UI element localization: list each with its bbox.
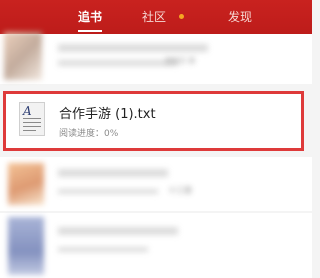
book-title: 合作手游 (1).txt	[59, 107, 156, 122]
txt-file-icon: A	[19, 102, 45, 136]
book-title-blurred	[58, 169, 168, 177]
tab-follow-books[interactable]: 追书	[78, 0, 102, 34]
book-meta-blurred	[58, 189, 158, 194]
book-chapter-text: 十三章	[168, 186, 192, 195]
list-item[interactable]: 更新至 第	[0, 32, 312, 84]
tab-active-indicator	[78, 30, 102, 32]
book-title-blurred	[58, 227, 178, 235]
reading-progress: 阅读进度：0%	[59, 129, 119, 139]
tab-discover[interactable]: 发现	[228, 0, 252, 34]
top-nav-bar: 追书 社区 发现	[0, 0, 312, 34]
book-cover	[4, 32, 42, 80]
book-meta-blurred	[58, 60, 178, 66]
book-cover	[8, 163, 44, 205]
book-update-text: 更新至 第	[165, 57, 196, 65]
community-badge-dot	[179, 14, 184, 19]
book-title-blurred	[58, 44, 208, 52]
tab-community[interactable]: 社区	[142, 0, 166, 34]
list-item[interactable]: 十三章	[0, 157, 312, 211]
book-cover	[8, 217, 44, 275]
list-item-highlighted[interactable]: A 合作手游 (1).txt 阅读进度：0%	[3, 91, 304, 151]
book-meta-blurred	[58, 247, 148, 252]
list-item[interactable]	[0, 213, 312, 278]
